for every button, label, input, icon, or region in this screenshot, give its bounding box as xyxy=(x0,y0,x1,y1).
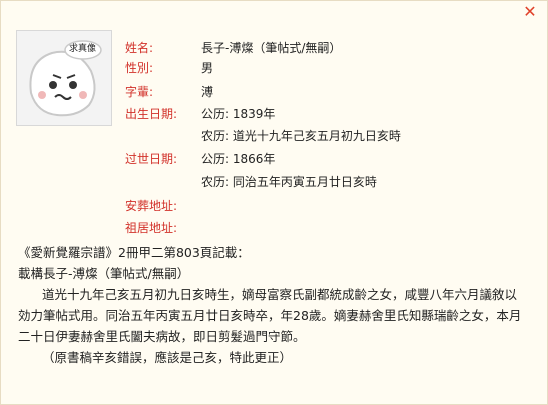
generation-value: 溥 xyxy=(201,85,214,99)
gender-label: 性別: xyxy=(125,61,154,75)
birth-label: 出生日期: xyxy=(125,107,178,121)
person-detail-dialog: ✕ 求真像 姓名: 長子-溥燦（筆帖式/無嗣） 性別: 男 字輩: 溥 出生日期… xyxy=(0,0,548,405)
ancestral-address-label: 祖居地址: xyxy=(125,221,178,235)
name-value: 長子-溥燦（筆帖式/無嗣） xyxy=(201,41,342,55)
death-label: 过世日期: xyxy=(125,152,178,166)
close-icon[interactable]: ✕ xyxy=(523,4,537,20)
gender-value: 男 xyxy=(201,61,214,75)
burial-address-label: 安葬地址: xyxy=(125,199,178,213)
birth-gregorian: 公历: 1839年 xyxy=(201,107,276,121)
avatar-badge-text: 求真像 xyxy=(69,44,97,54)
name-label: 姓名: xyxy=(125,41,154,55)
record-line-3: 二十日伊妻赫舍里氏闔夫病故，即日剪髮過門守節。 xyxy=(18,329,306,344)
avatar: 求真像 xyxy=(16,30,112,126)
birth-lunar: 农历: 道光十九年己亥五月初九日亥時 xyxy=(201,129,401,143)
record-note: （原書稿辛亥錯誤，應該是己亥，特此更正） xyxy=(42,350,293,365)
record-line-2: 効力筆帖式用。同治五年丙寅五月廿日亥時卒，年28歲。嫡妻赫舍里氏知縣瑞齡之女，本… xyxy=(18,308,522,323)
record-heading: 載構長子-溥燦（筆帖式/無嗣） xyxy=(18,266,190,281)
record-source: 《愛新覺羅宗譜》2冊甲二第803頁記載： xyxy=(18,245,250,260)
death-gregorian: 公历: 1866年 xyxy=(201,152,276,166)
genealogy-record: 《愛新覺羅宗譜》2冊甲二第803頁記載： 載構長子-溥燦（筆帖式/無嗣） 道光十… xyxy=(18,242,538,368)
generation-label: 字輩: xyxy=(125,85,154,99)
death-lunar: 农历: 同治五年丙寅五月廿日亥時 xyxy=(201,175,377,189)
record-line-1: 道光十九年己亥五月初九日亥時生，嫡母富察氏副都統成齡之女，咸豐八年六月議敘以 xyxy=(42,287,518,302)
